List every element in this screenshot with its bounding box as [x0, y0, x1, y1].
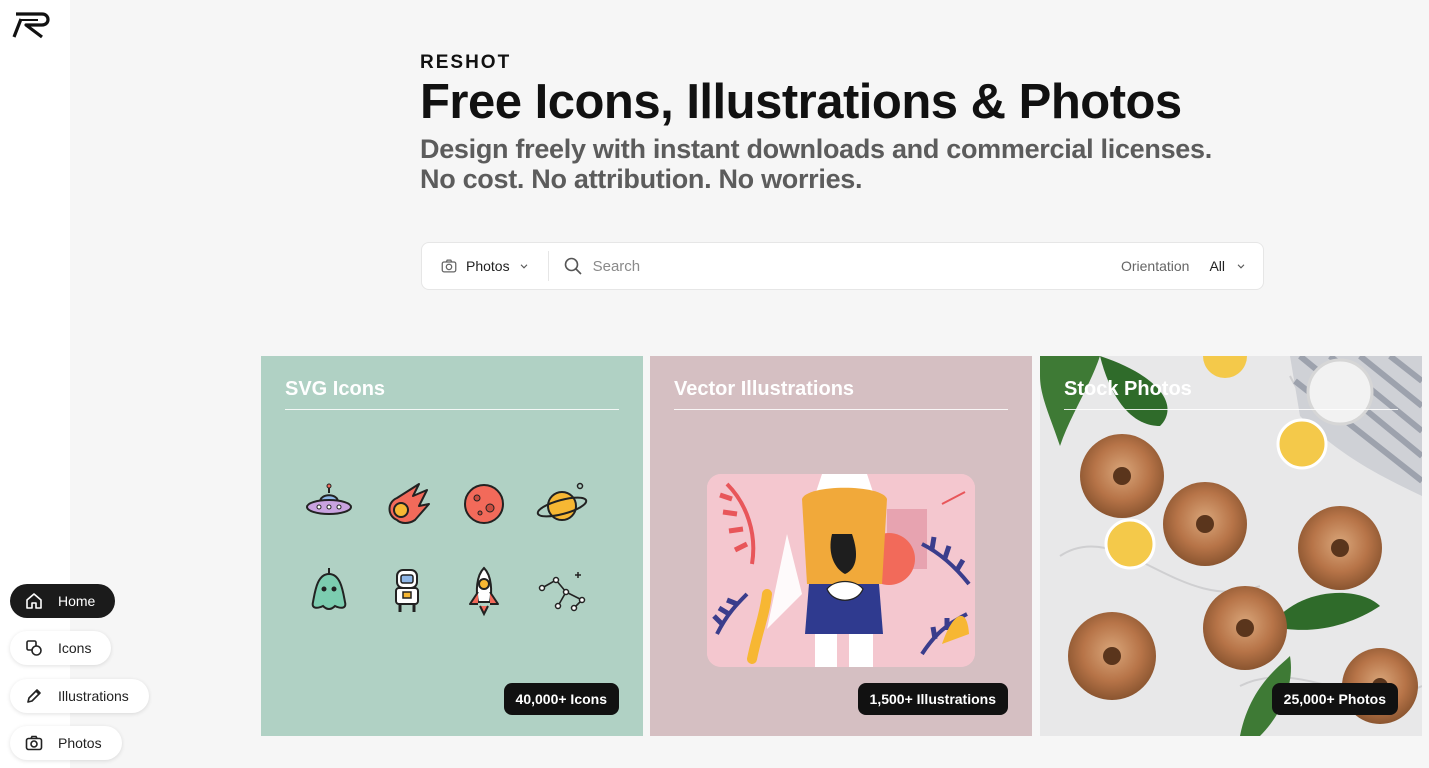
pencil-icon — [27, 689, 41, 703]
photos-count-badge: 25,000+ Photos — [1271, 683, 1398, 715]
meteor-icon — [388, 483, 430, 524]
card-title: Vector Illustrations — [674, 378, 1008, 410]
search-field — [549, 256, 1121, 276]
nav-illustrations[interactable]: Illustrations — [10, 679, 149, 713]
orientation-dropdown[interactable]: All — [1209, 258, 1247, 274]
illustration-preview — [707, 474, 975, 667]
camera-icon — [25, 735, 43, 751]
subtitle-line-1: Design freely with instant downloads and… — [420, 134, 1212, 164]
page-subtitle: Design freely with instant downloads and… — [420, 134, 1212, 194]
constellation-icon — [538, 572, 585, 612]
card-vector-illustrations[interactable]: Vector Illustrations 1,500+ Illustration… — [650, 356, 1032, 736]
donuts-photo — [1040, 356, 1422, 736]
nav-icons[interactable]: Icons — [10, 631, 112, 665]
asset-type-dropdown[interactable]: Photos — [422, 251, 549, 281]
nav-home-label: Home — [58, 593, 96, 609]
alien-icon — [311, 568, 347, 610]
shapes-icon — [26, 640, 42, 656]
home-icon — [26, 593, 42, 609]
brand-wordmark: RESHOT — [420, 52, 512, 73]
ufo-icon — [306, 483, 352, 515]
camera-icon — [441, 259, 457, 273]
nav-photos-label: Photos — [58, 735, 102, 751]
search-bar: Photos Orientation All — [421, 242, 1264, 290]
illustrations-count-badge: 1,500+ Illustrations — [857, 683, 1008, 715]
card-svg-icons[interactable]: SVG Icons 40,000+ Icons — [261, 356, 643, 736]
planet-mars-icon — [464, 484, 504, 524]
astronaut-icon — [394, 569, 419, 612]
card-title: SVG Icons — [285, 378, 619, 410]
rocket-icon — [469, 566, 499, 617]
card-stock-photos[interactable]: Stock Photos 25,000+ Photos — [1040, 356, 1422, 736]
chevron-down-icon — [520, 264, 527, 269]
chevron-down-icon — [1237, 264, 1245, 269]
nav-photos[interactable]: Photos — [10, 726, 122, 760]
nav-home[interactable]: Home — [10, 584, 116, 618]
icon-preview-grid — [301, 476, 611, 618]
subtitle-line-2: No cost. No attribution. No worries. — [420, 164, 863, 194]
search-icon — [564, 257, 582, 275]
asset-type-value: Photos — [466, 258, 510, 274]
reshot-logo-icon[interactable] — [12, 10, 54, 40]
woman-with-plants-illustration — [707, 474, 975, 667]
nav-illustrations-label: Illustrations — [58, 688, 129, 704]
search-input[interactable] — [592, 257, 1053, 275]
saturn-icon — [536, 482, 587, 521]
orientation-value: All — [1209, 258, 1225, 274]
nav-icons-label: Icons — [58, 640, 92, 656]
icons-count-badge: 40,000+ Icons — [503, 683, 619, 715]
card-title: Stock Photos — [1064, 378, 1398, 410]
orientation-label: Orientation — [1120, 258, 1190, 274]
page-title: Free Icons, Illustrations & Photos — [420, 75, 1182, 129]
